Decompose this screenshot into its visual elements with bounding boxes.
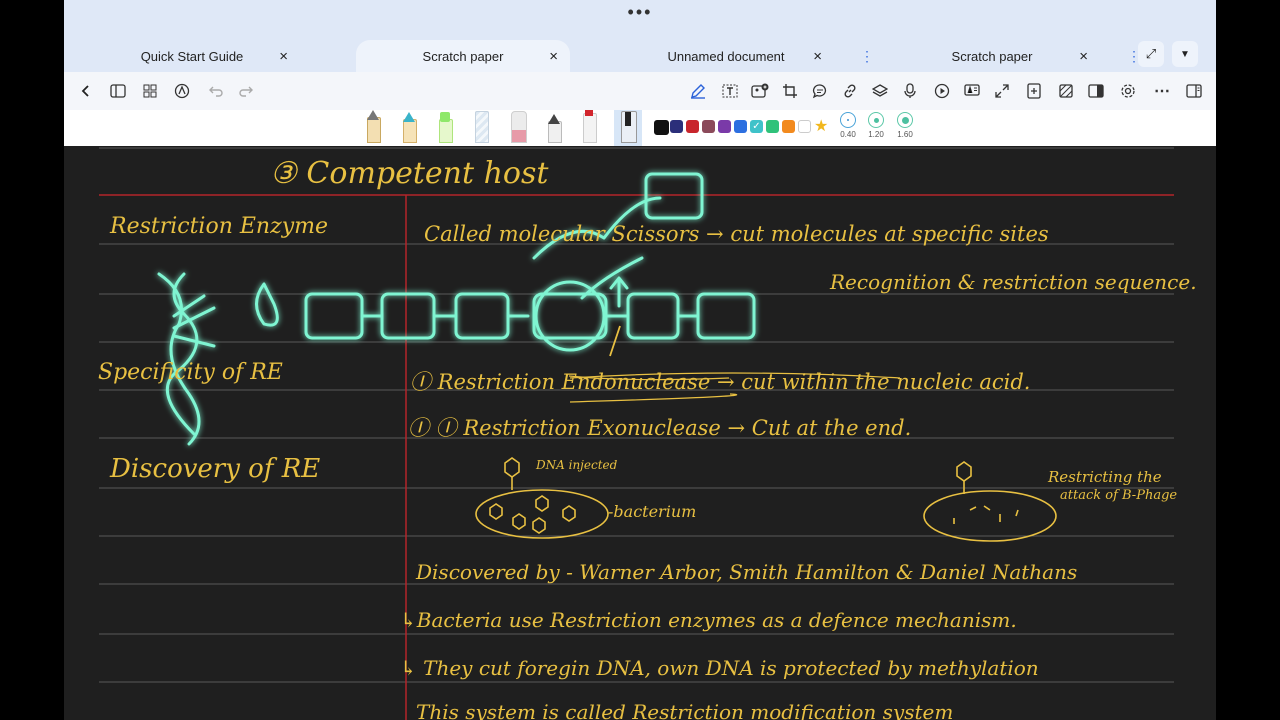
tab-scratch-paper-active[interactable]: Scratch paper × xyxy=(356,40,570,72)
color-swatch[interactable] xyxy=(686,120,699,133)
grid-icon[interactable] xyxy=(140,82,160,100)
color-swatch[interactable] xyxy=(718,120,731,133)
thickness-option[interactable]: 0.40 xyxy=(834,112,862,139)
close-icon[interactable]: × xyxy=(549,48,558,65)
color-swatch[interactable] xyxy=(734,120,747,133)
expand-icon[interactable] xyxy=(992,82,1012,100)
note-attack: attack of B-Phage xyxy=(1060,488,1178,503)
tab-scratch-paper[interactable]: Scratch paper × xyxy=(884,40,1100,72)
tab-label: Quick Start Guide xyxy=(140,48,244,64)
pen-toolbar: ✓ ★ xyxy=(64,110,1216,146)
ballpoint-pen-tool[interactable] xyxy=(401,110,417,146)
pattern-icon[interactable] xyxy=(1056,82,1076,100)
color-swatch[interactable] xyxy=(798,120,811,133)
eraser-tool[interactable] xyxy=(509,110,527,146)
note-canvas[interactable]: ③ Competent host Restriction Enzyme Spec… xyxy=(64,146,1216,720)
laser-pointer-tool[interactable] xyxy=(614,110,642,146)
note-line-recognition: Recognition & restriction sequence. xyxy=(830,270,1197,294)
thickness-label: 1.60 xyxy=(897,130,913,139)
color-swatch[interactable] xyxy=(782,120,795,133)
pencil-tool[interactable] xyxy=(473,110,489,146)
note-bacterium: -bacterium xyxy=(608,502,697,521)
layers-icon[interactable] xyxy=(870,82,890,100)
read-aloud-icon[interactable] xyxy=(962,82,982,100)
thickness-label: 1.20 xyxy=(868,130,884,139)
tab-unnamed-document[interactable]: Unnamed document × xyxy=(618,40,834,72)
note-left-specificity: Specificity of RE xyxy=(98,360,283,385)
sidebar-icon[interactable] xyxy=(108,82,128,100)
tab-separator: ⋮ xyxy=(1127,48,1141,64)
main-toolbar: ⋯ xyxy=(64,72,1216,111)
note-line-endonuclease: Ⓘ Restriction Endonuclease → cut within … xyxy=(410,370,1031,394)
color-swatch[interactable] xyxy=(766,120,779,133)
close-icon[interactable]: × xyxy=(813,48,822,65)
text-icon[interactable] xyxy=(720,82,740,100)
comment-icon[interactable] xyxy=(810,82,830,100)
favorite-star-icon[interactable]: ★ xyxy=(814,116,828,136)
thickness-option[interactable]: 1.20 xyxy=(862,112,890,139)
note-bacteria-use: ↳Bacteria use Restriction enzymes as a d… xyxy=(400,608,1017,632)
undo-icon[interactable] xyxy=(206,82,226,100)
more-options-handle[interactable]: ••• xyxy=(624,3,656,21)
note-left-discovery: Discovery of RE xyxy=(110,454,321,484)
tab-label: Unnamed document xyxy=(667,48,785,64)
link-icon[interactable] xyxy=(840,82,860,100)
brush-tool[interactable] xyxy=(546,110,562,146)
thickness-option[interactable]: 1.60 xyxy=(891,112,919,139)
note-dna-injected: DNA injected xyxy=(536,458,618,472)
close-icon[interactable]: × xyxy=(279,48,288,65)
color-swatch[interactable] xyxy=(654,120,669,135)
pen-icon[interactable] xyxy=(688,82,708,100)
add-page-icon[interactable] xyxy=(1024,82,1044,100)
redo-icon[interactable] xyxy=(236,82,256,100)
thickness-label: 0.40 xyxy=(840,130,856,139)
back-icon[interactable] xyxy=(76,82,96,100)
settings-icon[interactable] xyxy=(1118,82,1138,100)
fountain-pen-tool[interactable] xyxy=(365,110,381,146)
tab-separator: ⋮ xyxy=(860,48,874,64)
note-line-molecular-scissors: Called molecular Scissors → cut molecule… xyxy=(424,222,1049,246)
tab-label: Scratch paper xyxy=(422,48,504,64)
more-icon[interactable]: ⋯ xyxy=(1152,82,1172,100)
image-icon[interactable] xyxy=(750,82,770,100)
note-left-restriction-enzyme: Restriction Enzyme xyxy=(110,214,329,239)
color-swatch-selected[interactable]: ✓ xyxy=(750,120,763,133)
marker-tool[interactable] xyxy=(581,110,597,146)
note-discovered-by: Discovered by - Warner Arbor, Smith Hami… xyxy=(416,560,1078,584)
split-view-icon[interactable] xyxy=(1086,82,1106,100)
mic-icon[interactable] xyxy=(900,82,920,100)
close-icon[interactable]: × xyxy=(1079,48,1088,65)
play-icon[interactable] xyxy=(932,82,952,100)
note-this-system: This system is called Restriction modifi… xyxy=(416,700,954,720)
tab-quick-start-guide[interactable]: Quick Start Guide × xyxy=(84,40,300,72)
tab-label: Scratch paper xyxy=(951,48,1033,64)
notes-app: ••• Quick Start Guide × Scratch paper × … xyxy=(64,0,1216,720)
note-they-cut: ↳ They cut foregin DNA, own DNA is prote… xyxy=(400,656,1039,680)
note-heading: ③ Competent host xyxy=(270,156,549,191)
note-restricting: Restricting the xyxy=(1048,468,1162,486)
crop-icon[interactable] xyxy=(780,82,800,100)
tab-list-dropdown-icon[interactable]: ▼ xyxy=(1172,41,1198,67)
tab-strip: ••• Quick Start Guide × Scratch paper × … xyxy=(64,0,1216,72)
navigate-icon[interactable] xyxy=(172,82,192,100)
color-swatch[interactable] xyxy=(702,120,715,133)
expand-window-icon[interactable]: ⤢ xyxy=(1138,41,1164,67)
note-line-exonuclease: Ⓘ Ⓘ Restriction Exonuclease → Cut at the… xyxy=(408,416,912,440)
color-swatch[interactable] xyxy=(670,120,683,133)
highlighter-tool[interactable] xyxy=(437,110,453,146)
layout-icon[interactable] xyxy=(1184,82,1204,100)
